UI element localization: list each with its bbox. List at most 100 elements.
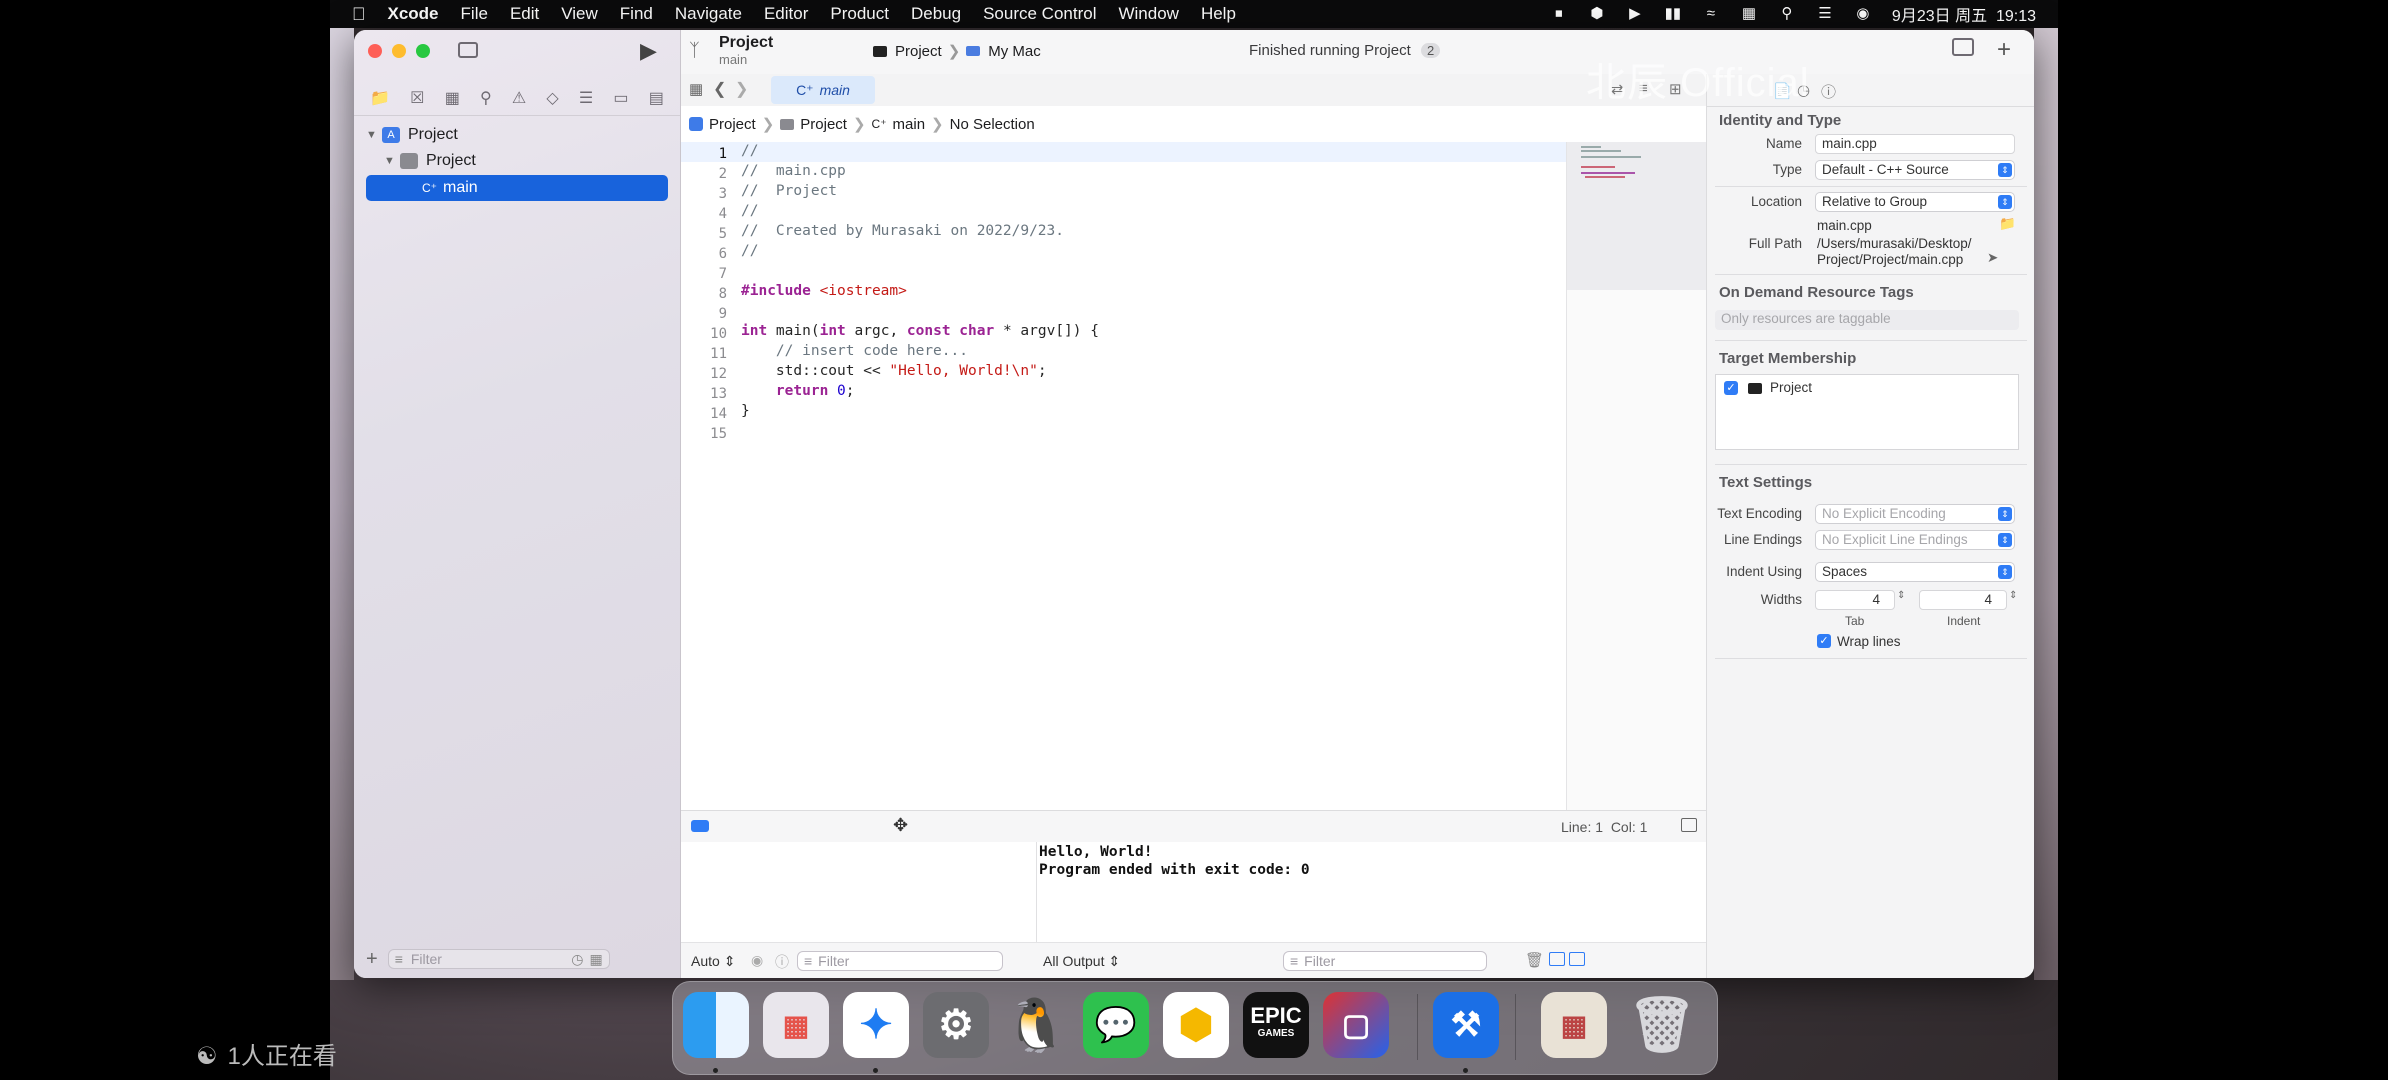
tab-width-stepper-icon[interactable]: ⇕ <box>1897 590 1905 601</box>
minimap-viewport[interactable] <box>1567 142 1707 290</box>
epic-games-icon[interactable]: EPIC GAMES <box>1243 992 1309 1058</box>
tab-width-field[interactable]: 4 <box>1815 590 1895 610</box>
add-file-icon[interactable]: + <box>366 948 378 971</box>
siri-icon[interactable]: ◉ <box>1854 6 1872 22</box>
status-badge[interactable]: 2 <box>1420 43 1441 58</box>
info-icon[interactable]: ⓘ <box>775 952 789 972</box>
odr-tags-field[interactable]: Only resources are taggable <box>1715 310 2019 330</box>
disclosure-open-icon[interactable]: ▼ <box>384 155 400 167</box>
line-endings-popup[interactable]: No Explicit Line Endings ⇕ <box>1815 530 2015 550</box>
parallels-icon[interactable]: ▢ <box>1323 992 1389 1058</box>
jumpbar-item-selection[interactable]: No Selection <box>950 116 1035 133</box>
reveal-arrow-icon[interactable]: ➤ <box>1987 250 1998 266</box>
sketch-like-app-icon[interactable]: ⬢ <box>1163 992 1229 1058</box>
menu-help[interactable]: Help <box>1201 4 1236 24</box>
output-scope-popup[interactable]: All Output ⇕ <box>1043 953 1120 970</box>
console-filter-field[interactable]: ≡ Filter <box>1283 951 1487 971</box>
show-console-icon[interactable] <box>1569 952 1585 966</box>
variables-scope-popup[interactable]: Auto ⇕ <box>691 953 735 970</box>
run-button-icon[interactable]: ▶ <box>640 38 657 64</box>
indent-width-stepper-icon[interactable]: ⇕ <box>2009 590 2017 601</box>
finder-icon[interactable] <box>683 992 749 1058</box>
safari-icon[interactable]: ✦ <box>843 992 909 1058</box>
tree-row-main-file[interactable]: C⁺ main <box>366 175 668 201</box>
code-minimap[interactable] <box>1566 142 1707 810</box>
battery-icon[interactable]: ▮▮ <box>1664 6 1682 22</box>
filter-options-icon[interactable]: ≡ <box>395 951 403 967</box>
menu-view[interactable]: View <box>561 4 598 24</box>
forward-arrow-icon[interactable]: ❯ <box>735 79 748 99</box>
menu-product[interactable]: Product <box>830 4 889 24</box>
filter-options-icon[interactable]: ≡ <box>1290 953 1298 969</box>
activity-status[interactable]: Finished running Project 2 <box>1249 42 1441 59</box>
wifi-icon[interactable]: ≈ <box>1702 6 1720 22</box>
minimize-window-button[interactable] <box>392 44 406 58</box>
navigator-filter-field[interactable]: ≡ Filter ◷ ▦ <box>387 949 610 969</box>
record-stop-icon[interactable]: ⏹ <box>1550 6 1568 22</box>
tree-row-project-root[interactable]: ▼ A Project <box>354 122 680 148</box>
scheme-selector[interactable]: Project ❯ My Mac <box>873 42 1041 60</box>
console-output[interactable]: Hello, World! Program ended with exit co… <box>1037 842 1706 942</box>
trash-icon[interactable]: 🗑 <box>1525 951 1544 969</box>
filter-options-icon[interactable]: ≡ <box>804 953 812 969</box>
name-field[interactable]: main.cpp <box>1815 134 2015 154</box>
hide-debug-area-icon[interactable] <box>1681 818 1697 832</box>
indent-using-popup[interactable]: Spaces ⇕ <box>1815 562 2015 582</box>
source-editor[interactable]: // // main.cpp // Project // // Created … <box>681 142 1566 810</box>
library-add-icon[interactable]: + <box>1997 36 2011 64</box>
inspector-toggle-icon[interactable] <box>1952 38 1974 56</box>
menu-source-control[interactable]: Source Control <box>983 4 1096 24</box>
menu-debug[interactable]: Debug <box>911 4 961 24</box>
quick-help-icon[interactable]: ⓘ <box>1821 81 1836 102</box>
system-preferences-icon[interactable]: ⚙ <box>923 992 989 1058</box>
play-circle-icon[interactable]: ▶ <box>1626 6 1644 22</box>
close-window-button[interactable] <box>368 44 382 58</box>
issue-navigator-icon[interactable]: ⚠ <box>512 88 526 108</box>
indent-width-field[interactable]: 4 <box>1919 590 2007 610</box>
back-arrow-icon[interactable]: ❮ <box>713 79 726 99</box>
symbol-navigator-icon[interactable]: ▦ <box>445 88 460 108</box>
menubar-clock[interactable]: 9月23日 周五 19:13 <box>1892 2 2036 26</box>
menu-app-name[interactable]: Xcode <box>388 4 439 24</box>
control-center-icon[interactable]: ☰ <box>1816 6 1834 22</box>
breakpoint-navigator-icon[interactable]: ▭ <box>613 88 628 108</box>
encoding-popup[interactable]: No Explicit Encoding ⇕ <box>1815 504 2015 524</box>
scm-filter-icon[interactable]: ▦ <box>589 951 602 968</box>
test-navigator-icon[interactable]: ◇ <box>546 88 558 108</box>
vpn-icon[interactable]: ⬢ <box>1588 6 1606 22</box>
show-variables-icon[interactable] <box>1549 952 1565 966</box>
launchpad-icon[interactable]: ▦ <box>763 992 829 1058</box>
report-navigator-icon[interactable]: ▤ <box>649 88 664 108</box>
recent-files-icon[interactable]: ◷ <box>571 951 583 968</box>
jumpbar-item-group[interactable]: Project <box>800 116 847 133</box>
tree-row-project-group[interactable]: ▼ Project <box>354 148 680 174</box>
location-popup[interactable]: Relative to Group ⇕ <box>1815 192 2015 212</box>
eye-icon[interactable]: ◉ <box>751 952 763 969</box>
input-method-icon[interactable]: ▦ <box>1740 6 1758 22</box>
menu-window[interactable]: Window <box>1118 4 1178 24</box>
sidebar-toggle-icon[interactable] <box>458 42 478 58</box>
menu-edit[interactable]: Edit <box>510 4 539 24</box>
trash-icon[interactable]: 🗑 <box>1628 992 1697 1058</box>
folder-icon[interactable]: 📁 <box>1999 216 2016 232</box>
grid-related-items-icon[interactable]: ▦ <box>689 80 703 98</box>
breakpoints-toggle-icon[interactable] <box>691 820 709 832</box>
menu-editor[interactable]: Editor <box>764 4 808 24</box>
project-navigator-icon[interactable]: 📁 <box>370 88 390 108</box>
xcode-icon[interactable]: ⚒ <box>1433 992 1499 1058</box>
wrap-lines-checkbox[interactable]: ✓ <box>1817 634 1831 648</box>
zoom-window-button[interactable] <box>416 44 430 58</box>
wechat-icon[interactable]: 💬 <box>1083 992 1149 1058</box>
debug-navigator-icon[interactable]: ☰ <box>579 88 593 108</box>
menu-file[interactable]: File <box>461 4 488 24</box>
tab-main[interactable]: C⁺ main <box>771 76 875 104</box>
variables-view[interactable] <box>681 842 1037 942</box>
spotlight-search-icon[interactable]: ⚲ <box>1778 6 1796 22</box>
apple-menu-icon[interactable]:  <box>352 4 366 25</box>
type-popup[interactable]: Default - C++ Source ⇕ <box>1815 160 2015 180</box>
disclosure-open-icon[interactable]: ▼ <box>366 129 382 141</box>
variables-filter-field[interactable]: ≡ Filter <box>797 951 1003 971</box>
menu-find[interactable]: Find <box>620 4 653 24</box>
jumpbar-item-file[interactable]: main <box>893 116 926 133</box>
qq-icon[interactable]: 🐧 <box>1003 992 1069 1058</box>
